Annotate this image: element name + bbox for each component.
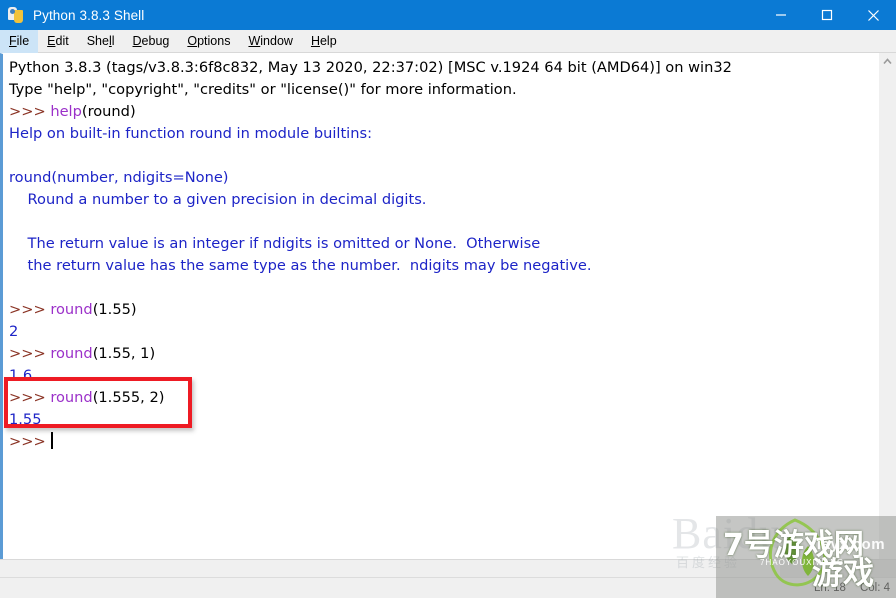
- console-segment-prompt: >>>: [9, 301, 51, 318]
- console-line: >>>: [9, 431, 732, 453]
- horizontal-scroll-thumb[interactable]: [0, 560, 780, 577]
- console-line: Python 3.8.3 (tags/v3.8.3:6f8c832, May 1…: [9, 57, 732, 79]
- console-segment-plain: Type "help", "copyright", "credits" or "…: [9, 81, 517, 98]
- vertical-scrollbar[interactable]: [878, 53, 896, 559]
- python-logo-icon: [7, 6, 25, 24]
- console-segment-builtin: round: [50, 301, 93, 318]
- console-line: Round a number to a given precision in d…: [9, 189, 732, 211]
- console-line: 1.55: [9, 409, 732, 431]
- horizontal-scroll-track[interactable]: [780, 560, 896, 577]
- console-segment-output: 2: [9, 323, 19, 340]
- console-segment-prompt: >>>: [9, 433, 51, 450]
- vertical-scroll-track[interactable]: [879, 70, 896, 559]
- title-bar: Python 3.8.3 Shell: [0, 0, 896, 30]
- console-segment-plain: Python 3.8.3 (tags/v3.8.3:6f8c832, May 1…: [9, 59, 732, 76]
- console-line: round(number, ndigits=None): [9, 167, 732, 189]
- console-segment-help: Round a number to a given precision in d…: [9, 191, 427, 208]
- menu-item-file[interactable]: File: [0, 29, 39, 53]
- console-segment-builtin: round: [50, 345, 93, 362]
- chevron-up-icon: [883, 58, 892, 65]
- console-segment-plain: (round): [81, 103, 136, 120]
- console-output: Python 3.8.3 (tags/v3.8.3:6f8c832, May 1…: [3, 54, 732, 453]
- minimize-icon: [776, 14, 786, 16]
- console-segment-builtin: help: [50, 103, 82, 120]
- console-line: Type "help", "copyright", "credits" or "…: [9, 79, 732, 101]
- console-segment-plain: (1.55, 1): [92, 345, 156, 362]
- console-segment-help: the return value has the same type as th…: [9, 257, 592, 274]
- console-line: >>> help(round): [9, 101, 732, 123]
- menu-item-help[interactable]: Help: [302, 30, 346, 53]
- close-button[interactable]: [850, 0, 896, 30]
- console-line: The return value is an integer if ndigit…: [9, 233, 732, 255]
- console-segment-help: round(number, ndigits=None): [9, 169, 229, 186]
- console-line: >>> round(1.55): [9, 299, 732, 321]
- shell-body: Python 3.8.3 (tags/v3.8.3:6f8c832, May 1…: [0, 53, 896, 559]
- console-segment-plain: (1.55): [92, 301, 137, 318]
- minimize-button[interactable]: [758, 0, 804, 30]
- horizontal-scrollbar[interactable]: [0, 559, 896, 577]
- console-line: >>> round(1.55, 1): [9, 343, 732, 365]
- maximize-icon: [821, 9, 833, 21]
- status-line-number: Ln: 18: [813, 582, 846, 594]
- python-shell-window: Python 3.8.3 Shell File Edit Shell Debug Opt…: [0, 0, 896, 598]
- console-segment-prompt: >>>: [9, 389, 51, 406]
- console-segment-prompt: >>>: [9, 103, 51, 120]
- console-segment-output: 1.55: [9, 411, 42, 428]
- console-segment-plain: (1.555, 2): [92, 389, 165, 406]
- text-caret: [51, 432, 53, 449]
- maximize-button[interactable]: [804, 0, 850, 30]
- console-line: 1.6: [9, 365, 732, 387]
- close-icon: [867, 9, 879, 21]
- console-line: the return value has the same type as th…: [9, 255, 732, 277]
- scroll-up-button[interactable]: [879, 53, 896, 70]
- menu-item-options[interactable]: Options: [178, 30, 239, 53]
- status-bar: Ln: 18 Col: 4: [0, 577, 896, 598]
- menu-item-edit[interactable]: Edit: [38, 30, 78, 53]
- window-title: Python 3.8.3 Shell: [33, 7, 145, 23]
- console-line: Help on built-in function round in modul…: [9, 123, 732, 145]
- console-segment-output: 1.6: [9, 367, 33, 384]
- menu-item-window[interactable]: Window: [239, 30, 301, 53]
- console-segment-help: The return value is an integer if ndigit…: [9, 235, 541, 252]
- menu-item-debug[interactable]: Debug: [124, 30, 179, 53]
- console-line: 2: [9, 321, 732, 343]
- console-text-area[interactable]: Python 3.8.3 (tags/v3.8.3:6f8c832, May 1…: [0, 53, 878, 559]
- console-segment-help: Help on built-in function round in modul…: [9, 125, 372, 142]
- console-segment-prompt: >>>: [9, 345, 51, 362]
- console-segment-builtin: round: [50, 389, 93, 406]
- console-line: >>> round(1.555, 2): [9, 387, 732, 409]
- menu-item-shell[interactable]: Shell: [78, 30, 124, 53]
- menu-bar: File Edit Shell Debug Options Window Help: [0, 29, 896, 53]
- status-column-number: Col: 4: [859, 582, 890, 594]
